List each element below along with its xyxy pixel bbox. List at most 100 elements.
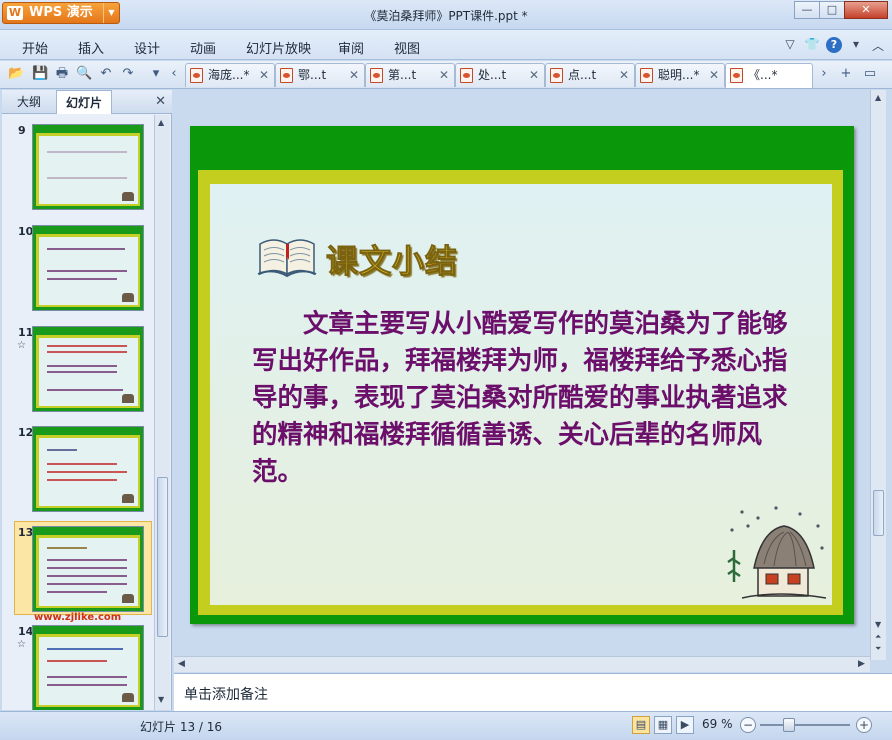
menu-home[interactable]: 开始 (22, 38, 48, 57)
scroll-down-icon[interactable]: ▼ (158, 695, 164, 704)
menu-bar: 开始 插入 设计 动画 幻灯片放映 审阅 视图 ▽ 👕 ? ▾ ︿ (0, 30, 892, 60)
editor-horizontal-scrollbar[interactable]: ◀ ▶ (174, 656, 870, 672)
house-icon (122, 494, 134, 503)
new-tab-icon[interactable]: + (838, 66, 854, 82)
menu-slideshow[interactable]: 幻灯片放映 (246, 38, 311, 57)
slide-number: 9 (18, 124, 26, 137)
customize-toolbar-icon[interactable]: ▾ (148, 66, 164, 82)
animation-star-icon: ☆ (17, 340, 26, 351)
current-slide[interactable]: 课文小结 文章主要写从小酷爱写作的莫泊桑为了能够写出好作品，拜福楼拜为师，福楼拜… (190, 126, 854, 624)
ppt-file-icon (280, 68, 293, 83)
slide-thumbnail-14[interactable] (32, 625, 144, 710)
status-bar: 幻灯片 13 / 16 ▤ ▦ ▶ 69 % − + (0, 711, 892, 740)
zoom-slider-handle[interactable] (783, 718, 795, 732)
tab-close-icon[interactable]: ✕ (529, 64, 539, 86)
zoom-out-icon[interactable]: − (740, 717, 756, 733)
slide-thumbnail-12[interactable] (32, 426, 144, 512)
slide-thumbnail-11[interactable] (32, 326, 144, 412)
slide-indicator: 幻灯片 13 / 16 (140, 720, 223, 734)
skin-icon[interactable]: 👕 (804, 37, 820, 53)
maximize-button[interactable]: □ (819, 1, 845, 19)
doc-tab-6[interactable]: 聪明...* ✕ (635, 63, 725, 87)
notes-placeholder: 单击添加备注 (184, 687, 268, 703)
tab-close-icon[interactable]: ✕ (619, 64, 629, 86)
zoom-in-icon[interactable]: + (856, 717, 872, 733)
menu-insert[interactable]: 插入 (78, 38, 104, 57)
house-icon (122, 693, 134, 702)
tab-close-icon[interactable]: ✕ (439, 64, 449, 86)
tab-close-icon[interactable]: ✕ (709, 64, 719, 86)
snowy-house-icon (727, 506, 827, 599)
prev-slide-icon[interactable]: ⏶ (875, 632, 881, 642)
tabs-scroll-right-icon[interactable]: › (816, 66, 832, 82)
quick-toolbar: 📂 💾 🖶 🔍 ↶ ↷ ▾ ‹ 海庞...* ✕ 鄂...t ✕ 第...t ✕… (0, 61, 892, 89)
doc-tab-2[interactable]: 鄂...t ✕ (275, 63, 365, 87)
scroll-up-icon[interactable]: ▲ (875, 93, 881, 102)
slide-thumbnail-13[interactable] (32, 526, 144, 612)
title-bar: W WPS 演示 ▼ 《莫泊桑拜师》PPT课件.ppt * — □ ✕ (0, 0, 892, 30)
save-icon[interactable]: 💾 (32, 66, 48, 82)
slide-editor: 课文小结 文章主要写从小酷爱写作的莫泊桑为了能够写出好作品，拜福楼拜为师，福楼拜… (174, 90, 886, 660)
zoom-slider[interactable] (760, 724, 850, 726)
normal-view-icon[interactable]: ▤ (632, 716, 650, 734)
ppt-file-icon (460, 68, 473, 83)
house-icon (122, 293, 134, 302)
tabs-scroll-left-icon[interactable]: ‹ (166, 66, 182, 82)
tab-close-icon[interactable]: ✕ (259, 64, 269, 86)
print-icon[interactable]: 🖶 (54, 66, 70, 82)
scroll-down-icon[interactable]: ▼ (875, 620, 881, 629)
doc-tab-4[interactable]: 处...t ✕ (455, 63, 545, 87)
house-icon (122, 594, 134, 603)
close-button[interactable]: ✕ (844, 1, 888, 19)
chevron-up-icon[interactable]: ︿ (870, 37, 886, 53)
menu-design[interactable]: 设计 (134, 38, 160, 57)
slide-thumbnail-9[interactable] (32, 124, 144, 210)
watermark-text: www.zjlike.com (34, 612, 122, 623)
minimize-button[interactable]: — (794, 1, 820, 19)
animation-star-icon: ☆ (17, 639, 26, 650)
ppt-file-icon (730, 68, 743, 83)
menu-review[interactable]: 审阅 (338, 38, 364, 57)
slide-body-text[interactable]: 文章主要写从小酷爱写作的莫泊桑为了能够写出好作品，拜福楼拜为师，福楼拜给予悉心指… (252, 306, 792, 491)
window-title: 《莫泊桑拜师》PPT课件.ppt * (364, 9, 528, 23)
notes-pane[interactable]: 单击添加备注 (174, 673, 892, 711)
scroll-left-icon[interactable]: ◀ (178, 659, 185, 669)
chevron-down-icon[interactable]: ▽ (782, 37, 798, 53)
tab-slides[interactable]: 幻灯片 (56, 90, 113, 114)
panel-close-icon[interactable]: ✕ (155, 94, 166, 109)
editor-vertical-scrollbar[interactable]: ▲ ▼ ⏶ ⏷ (870, 90, 886, 660)
slide-thumbnail-10[interactable] (32, 225, 144, 311)
panel-tabs: 大纲 幻灯片 ✕ (2, 90, 172, 114)
ppt-file-icon (190, 68, 203, 83)
window-controls: — □ ✕ (794, 1, 888, 19)
doc-tab-3[interactable]: 第...t ✕ (365, 63, 455, 87)
open-folder-icon[interactable]: 📂 (8, 66, 24, 82)
scroll-up-icon[interactable]: ▲ (158, 118, 164, 127)
menu-view[interactable]: 视图 (394, 38, 420, 57)
slide-title[interactable]: 课文小结 (325, 236, 458, 282)
open-book-icon (257, 239, 317, 278)
slide-sorter-icon[interactable]: ▦ (654, 716, 672, 734)
scroll-thumb[interactable] (157, 477, 168, 637)
doc-tab-5[interactable]: 点...t ✕ (545, 63, 635, 87)
menu-right-tools: ▽ 👕 ? ▾ ︿ (782, 37, 886, 53)
next-slide-icon[interactable]: ⏷ (875, 644, 881, 654)
house-icon (122, 192, 134, 201)
tab-list-icon[interactable]: ▭ (862, 66, 878, 82)
redo-icon[interactable]: ↷ (120, 66, 136, 82)
help-icon[interactable]: ? (826, 37, 842, 53)
slideshow-play-icon[interactable]: ▶ (676, 716, 694, 734)
doc-tab-1[interactable]: 海庞...* ✕ (185, 63, 275, 87)
tab-outline[interactable]: 大纲 (8, 90, 50, 114)
scroll-right-icon[interactable]: ▶ (858, 659, 865, 669)
print-preview-icon[interactable]: 🔍 (76, 66, 92, 82)
menu-animation[interactable]: 动画 (190, 38, 216, 57)
doc-tab-7-active[interactable]: 《...* (725, 63, 813, 88)
tab-close-icon[interactable]: ✕ (349, 64, 359, 86)
scroll-thumb[interactable] (873, 490, 884, 536)
ppt-file-icon (550, 68, 563, 83)
zoom-level[interactable]: 69 % (702, 717, 733, 731)
thumbnail-scrollbar[interactable]: ▲ ▼ (154, 115, 170, 710)
chevron-down-icon[interactable]: ▾ (848, 37, 864, 53)
undo-icon[interactable]: ↶ (98, 66, 114, 82)
